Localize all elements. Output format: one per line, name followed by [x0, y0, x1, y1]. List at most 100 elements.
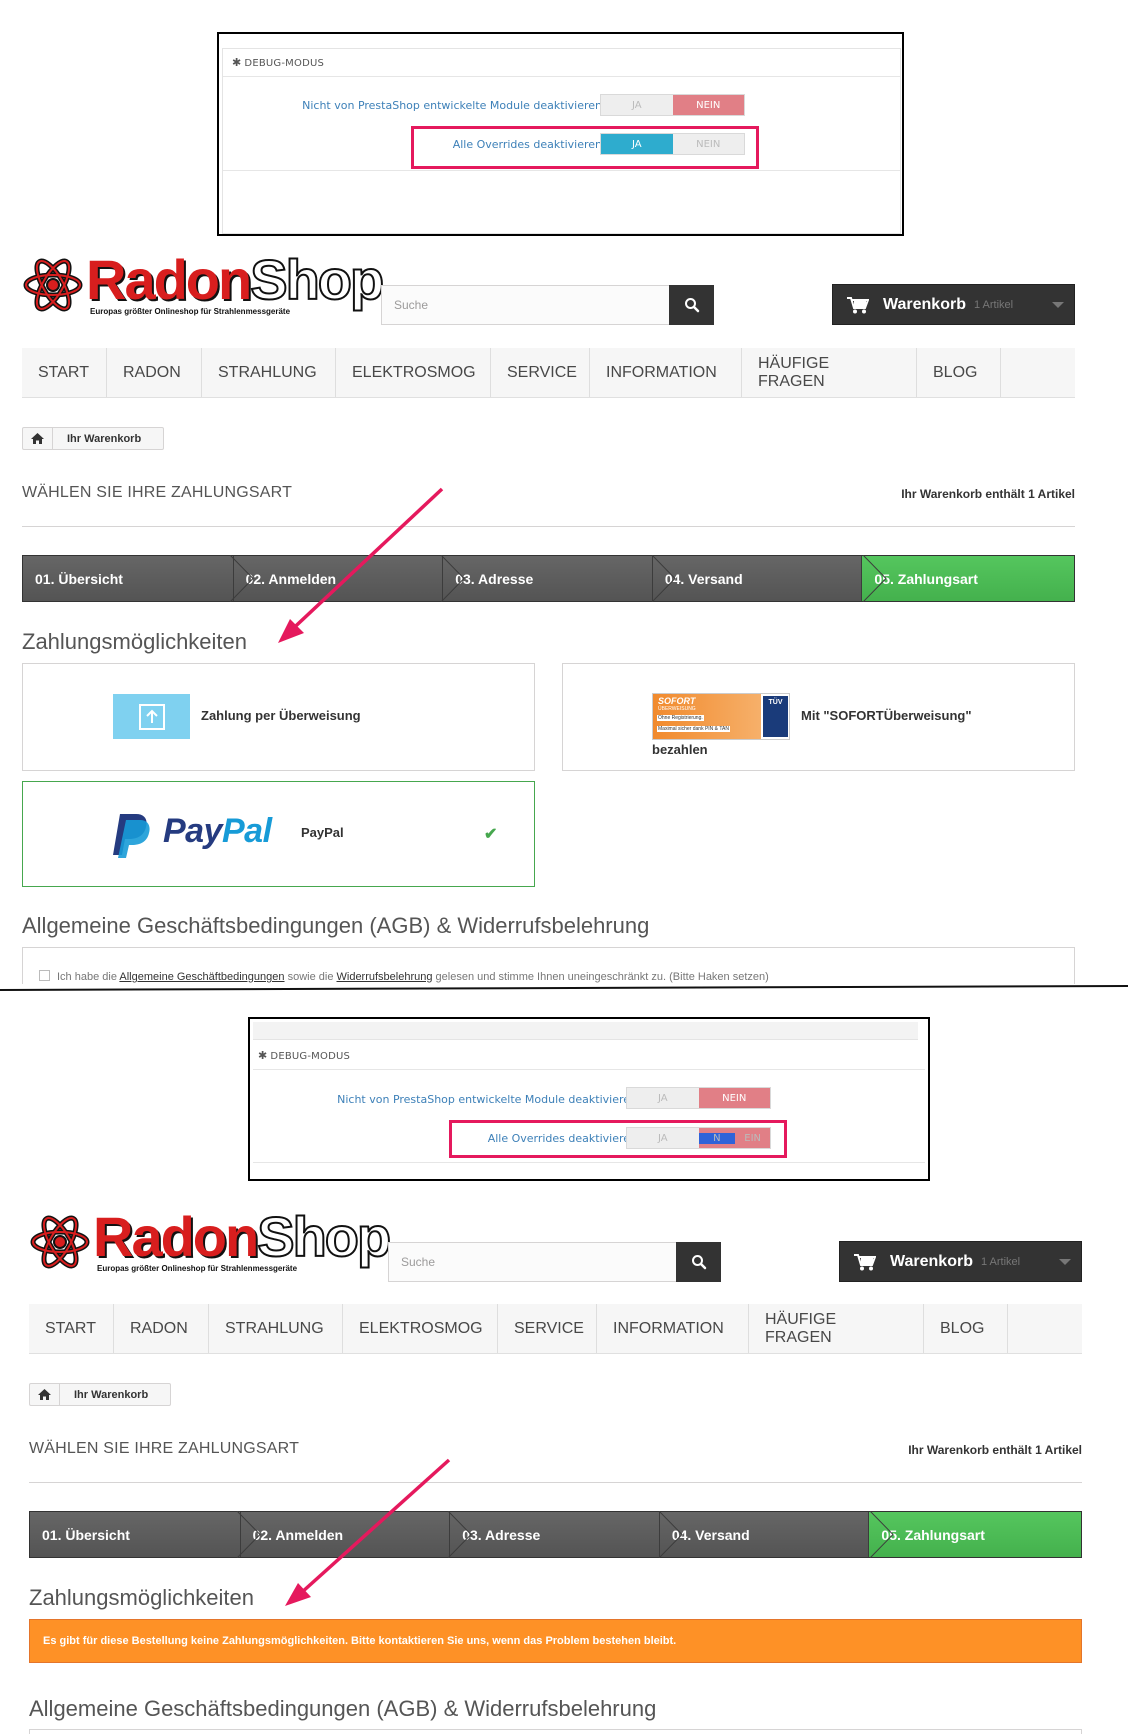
radonshop-logo[interactable]: RadonShop Europas größter Onlineshop für…	[29, 1208, 392, 1279]
paypal-label: PayPal	[301, 825, 344, 840]
sofort-logo-sub: ÜBERWEISUNG	[658, 706, 696, 712]
menu-item-blog[interactable]: BLOG	[924, 1304, 1008, 1353]
chevron-down-icon	[1059, 1258, 1071, 1265]
switch-modules-yes[interactable]: JA	[601, 95, 673, 115]
logo-tagline: Europas größter Onlineshop für Strahlenm…	[97, 1264, 298, 1273]
sofort-logo: SOFORT ÜBERWEISUNG Ohne Registrierung. M…	[652, 693, 790, 740]
menu-item-strahlung[interactable]: STRAHLUNG	[202, 348, 336, 397]
annotation-arrow-top	[278, 487, 444, 643]
menu-item-faq[interactable]: HÄUFIGE FRAGEN	[742, 348, 917, 397]
step-chevron-3	[651, 555, 676, 602]
step-chevron-4	[869, 1511, 894, 1558]
search-icon	[691, 1255, 706, 1270]
agb-title: Allgemeine Geschäftsbedingungen (AGB) & …	[29, 1696, 657, 1721]
heading-divider	[22, 526, 1075, 527]
debug-panel-heading: ✱ DEBUG-MODUS	[232, 56, 325, 69]
search-button[interactable]	[676, 1242, 721, 1282]
cart-counter-text: Ihr Warenkorb enthält 1 Artikel	[901, 487, 1075, 501]
sofort-logo-title: SOFORT	[658, 696, 696, 706]
cart-label: Warenkorb	[890, 1252, 973, 1270]
agb-consent-text: Ich habe die Allgemeine Geschäftbedingun…	[57, 971, 769, 983]
debug-heading-divider	[253, 1069, 925, 1070]
menu-item-start[interactable]: START	[29, 1304, 114, 1353]
step-chevron-1	[229, 555, 254, 602]
menu-item-service[interactable]: SERVICE	[491, 348, 590, 397]
payment-option-sofort[interactable]: SOFORT ÜBERWEISUNG Ohne Registrierung. M…	[562, 663, 1075, 771]
step-chevrons	[229, 555, 887, 602]
switch-modules-no[interactable]: NEIN	[672, 95, 744, 115]
agb-title: Allgemeine Geschäftsbedingungen (AGB) & …	[22, 913, 650, 938]
sofort-label-line2: bezahlen	[652, 742, 708, 757]
debug-panel-bottom: ✱ DEBUG-MODUS Nicht von PrestaShop entwic…	[248, 1017, 930, 1181]
breadcrumb: Ihr Warenkorb	[29, 1383, 171, 1406]
breadcrumb-current: Ihr Warenkorb	[74, 1388, 149, 1401]
tuv-seal-icon: TÜV	[763, 696, 788, 737]
debug-panel-bottom-topbar	[253, 1022, 918, 1040]
chevron-down-icon	[1052, 301, 1064, 308]
logo-tagline: Europas größter Onlineshop für Strahlenm…	[90, 307, 291, 316]
agb-checkbox[interactable]	[39, 970, 50, 981]
menu-item-information[interactable]: INFORMATION	[597, 1304, 749, 1353]
breadcrumb-current: Ihr Warenkorb	[67, 432, 142, 445]
debug-label-modules: Nicht von PrestaShop entwickelte Module …	[337, 1093, 637, 1106]
cart-counter-text: Ihr Warenkorb enthält 1 Artikel	[908, 1443, 1082, 1457]
debug-heading-divider	[223, 76, 900, 77]
bug-icon: ✱	[258, 1049, 268, 1062]
search-input[interactable]: Suche	[388, 1242, 678, 1282]
agb-link-terms[interactable]: Allgemeine Geschäftbedingungen	[119, 971, 284, 983]
menu-item-elektrosmog[interactable]: ELEKTROSMOG	[343, 1304, 498, 1353]
annotation-arrow-bottom	[285, 1458, 451, 1606]
cart-label: Warenkorb	[883, 295, 966, 313]
paypal-logo-icon	[113, 814, 150, 858]
menu-item-start[interactable]: START	[22, 348, 107, 397]
sofort-logo-line2: Maximal sicher dank PIN & TAN	[657, 726, 730, 732]
heading-divider	[29, 1482, 1082, 1483]
atom-icon	[30, 1215, 90, 1269]
debug-label-modules: Nicht von PrestaShop entwickelte Module …	[302, 99, 602, 112]
agb-link-withdrawal[interactable]: Widerrufsbelehrung	[337, 971, 433, 983]
screenshot-divider	[0, 985, 1128, 991]
switch-modules[interactable]: JA NEIN	[600, 94, 745, 116]
bankwire-logo	[113, 694, 190, 739]
home-icon[interactable]	[30, 1384, 60, 1405]
payment-option-paypal[interactable]: PayPal PayPal ✔	[22, 781, 535, 887]
menu-item-faq[interactable]: HÄUFIGE FRAGEN	[749, 1304, 924, 1353]
logo-wordmark: RadonShop	[93, 1205, 392, 1268]
menu-item-strahlung[interactable]: STRAHLUNG	[209, 1304, 343, 1353]
bankwire-label: Zahlung per Überweisung	[201, 708, 361, 723]
payment-option-bankwire[interactable]: Zahlung per Überweisung	[22, 663, 535, 771]
cart-button[interactable]: Warenkorb 1 Artikel	[839, 1241, 1082, 1282]
debug-panel-heading: ✱ DEBUG-MODUS	[258, 1049, 351, 1062]
switch-modules-no[interactable]: NEIN	[698, 1088, 770, 1108]
bug-icon: ✱	[232, 56, 242, 69]
switch-modules[interactable]: JA NEIN	[626, 1087, 771, 1109]
menu-item-information[interactable]: INFORMATION	[590, 348, 742, 397]
agb-panel	[29, 1729, 1082, 1734]
radonshop-logo[interactable]: RadonShop Europas größter Onlineshop für…	[22, 251, 385, 322]
step-chevrons	[236, 1511, 894, 1558]
menu-item-service[interactable]: SERVICE	[498, 1304, 597, 1353]
tuv-seal-label: TÜV	[768, 699, 783, 706]
switch-modules-yes[interactable]: JA	[627, 1088, 699, 1108]
sofort-logo-line1: Ohne Registrierung.	[657, 715, 704, 721]
search-input[interactable]: Suche	[381, 285, 671, 325]
payment-options-title: Zahlungsmöglichkeiten	[22, 629, 248, 654]
cart-icon	[854, 1253, 876, 1271]
search-button[interactable]	[669, 285, 714, 325]
cart-icon	[847, 296, 869, 314]
home-icon[interactable]	[23, 428, 53, 449]
upload-arrow-icon	[138, 703, 165, 730]
step-chevron-4	[862, 555, 887, 602]
check-icon: ✔	[484, 826, 498, 843]
payment-options-title: Zahlungsmöglichkeiten	[29, 1585, 255, 1610]
menu-item-blog[interactable]: BLOG	[917, 348, 1001, 397]
main-menu: START RADON STRAHLUNG ELEKTROSMOG SERVIC…	[22, 348, 1075, 398]
search-icon	[684, 298, 699, 313]
cart-button[interactable]: Warenkorb 1 Artikel	[832, 284, 1075, 325]
atom-icon	[23, 258, 83, 312]
menu-item-radon[interactable]: RADON	[107, 348, 202, 397]
cart-count: 1 Artikel	[973, 298, 1014, 311]
menu-item-elektrosmog[interactable]: ELEKTROSMOG	[336, 348, 491, 397]
step-chevron-1	[236, 1511, 261, 1558]
menu-item-radon[interactable]: RADON	[114, 1304, 209, 1353]
